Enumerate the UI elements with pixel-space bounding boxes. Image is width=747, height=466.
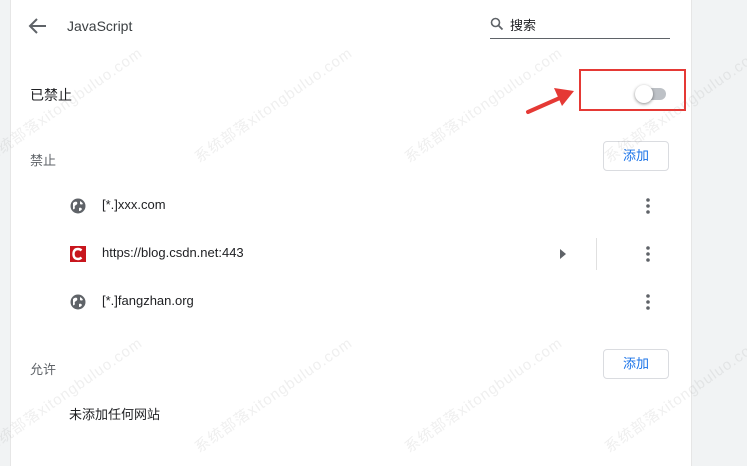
block-add-button[interactable]: 添加 bbox=[603, 141, 669, 171]
back-arrow-icon[interactable] bbox=[28, 17, 48, 35]
highlight-box bbox=[579, 69, 686, 111]
search-input[interactable] bbox=[510, 15, 665, 35]
expand-arrow-icon[interactable] bbox=[559, 248, 567, 260]
site-row-xxx[interactable]: [*.]xxx.com bbox=[10, 182, 690, 230]
more-vert-icon[interactable] bbox=[638, 196, 658, 216]
site-name: https://blog.csdn.net:443 bbox=[102, 245, 244, 260]
site-name: [*.]xxx.com bbox=[102, 197, 166, 212]
block-section-label: 禁止 bbox=[30, 153, 57, 168]
site-name: [*.]fangzhan.org bbox=[102, 293, 194, 308]
row-divider bbox=[596, 238, 597, 270]
more-vert-icon[interactable] bbox=[638, 292, 658, 312]
javascript-status-label: 已禁止 bbox=[30, 87, 72, 103]
search-box[interactable] bbox=[490, 14, 670, 39]
allow-empty-text: 未添加任何网站 bbox=[69, 407, 161, 422]
search-icon bbox=[490, 17, 504, 31]
page-title: JavaScript bbox=[67, 18, 133, 34]
globe-icon bbox=[70, 198, 86, 214]
globe-icon bbox=[70, 294, 86, 310]
annotation-arrow-icon bbox=[526, 88, 574, 114]
allow-add-button[interactable]: 添加 bbox=[603, 349, 669, 379]
allow-section-label: 允许 bbox=[30, 362, 57, 377]
site-row-fangzhan[interactable]: [*.]fangzhan.org bbox=[10, 278, 690, 326]
more-vert-icon[interactable] bbox=[638, 244, 658, 264]
csdn-logo-icon bbox=[70, 246, 86, 262]
site-row-csdn[interactable]: https://blog.csdn.net:443 bbox=[10, 230, 690, 278]
